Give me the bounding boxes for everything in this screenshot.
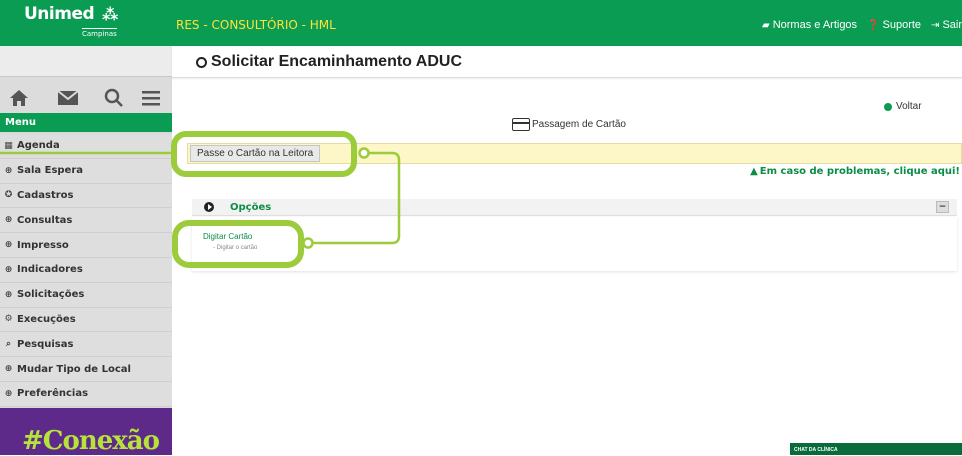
problem-help-label: Em caso de problemas, clique aqui! — [759, 166, 960, 177]
top-bar: Unimed ⁂ Campinas RES - CONSULTÓRIO - HM… — [0, 0, 962, 46]
gears-icon: ⚙ — [4, 314, 13, 325]
page-title: Solicitar Encaminhamento ADUC — [196, 53, 462, 71]
menu-item-label: Execuções — [17, 313, 76, 325]
options-panel-header[interactable]: Opções − — [192, 199, 957, 216]
search-icon[interactable] — [101, 85, 127, 111]
search-icon: ⌕ — [5, 339, 12, 350]
plus-circle-icon: ⊕ — [4, 264, 13, 275]
help-icon: ❓ — [867, 19, 880, 31]
menu-item-label: Preferências — [17, 388, 89, 400]
menu-item-solicitacoes[interactable]: ⊕ Solicitações — [0, 282, 172, 308]
home-icon[interactable] — [6, 85, 32, 111]
plus-circle-icon: ⊕ — [4, 388, 13, 399]
card-reader-row: Passe o Cartão na Leitora — [187, 143, 962, 164]
unimed-logo[interactable]: Unimed ⁂ Campinas — [10, 4, 128, 38]
options-title: Opções — [230, 202, 272, 213]
back-link[interactable]: Voltar — [884, 101, 922, 112]
clinic-chat-bar[interactable]: CHAT DA CLÍNICA — [790, 443, 962, 455]
menu-item-label: Mudar Tipo de Local — [17, 363, 131, 375]
circle-icon: ✪ — [4, 190, 13, 201]
sidebar: Menu ▦ Agenda ⊕ Sala Espera ✪ Cadastros ⊕ Co… — [0, 46, 172, 456]
menu-item-label: Solicitações — [17, 289, 85, 301]
sidebar-blank — [0, 46, 172, 76]
menu-title: Menu — [0, 113, 172, 132]
page-title-bar: Solicitar Encaminhamento ADUC — [172, 46, 962, 78]
card-section-label: Passagem de Cartão — [532, 119, 626, 130]
logo-name: Unimed — [24, 4, 95, 24]
digitar-cartao-description: - Digitar o cartão — [213, 245, 258, 251]
top-links: ▰ Normas e Artigos ❓ Suporte ⇥ Sair — [762, 18, 962, 32]
menu-item-label: Agenda — [17, 140, 60, 152]
menu-item-indicadores[interactable]: ⊕ Indicadores — [0, 257, 172, 283]
back-icon — [884, 102, 892, 111]
menu-item-impresso[interactable]: ⊕ Impresso — [0, 233, 172, 258]
banner-text: #Conexão — [22, 426, 160, 456]
menu-item-execucoes[interactable]: ⚙ Execuções — [0, 307, 172, 333]
menu-list: ▦ Agenda ⊕ Sala Espera ✪ Cadastros ⊕ Consult… — [0, 134, 172, 407]
card-section-header: Passagem de Cartão — [512, 118, 626, 131]
conexao-banner[interactable]: #Conexão — [0, 408, 172, 456]
circle-icon — [196, 56, 207, 68]
warning-icon: ▲ — [750, 166, 758, 177]
sair-label: Sair — [942, 19, 962, 31]
calendar-icon: ▦ — [4, 140, 13, 151]
main-content: Solicitar Encaminhamento ADUC Voltar Pas… — [172, 46, 962, 455]
menu-item-cadastros[interactable]: ✪ Cadastros — [0, 183, 172, 209]
logo-city: Campinas — [82, 28, 117, 38]
play-circle-icon — [204, 202, 214, 212]
digitar-cartao-option[interactable]: Digitar Cartão — [203, 232, 252, 241]
menu-item-preferencias[interactable]: ⊕ Preferências — [0, 381, 172, 407]
mail-icon[interactable] — [55, 85, 81, 111]
card-reader-button[interactable]: Passe o Cartão na Leitora — [190, 145, 321, 162]
menu-icon[interactable] — [138, 85, 164, 111]
menu-item-label: Sala Espera — [17, 165, 84, 177]
normas-label: Normas e Artigos — [772, 19, 858, 31]
plus-circle-icon: ⊕ — [4, 364, 13, 375]
plus-circle-icon: ⊕ — [4, 165, 13, 176]
menu-item-mudar-tipo-local[interactable]: ⊕ Mudar Tipo de Local — [0, 357, 172, 382]
menu-item-consultas[interactable]: ⊕ Consultas — [0, 208, 172, 234]
menu-item-pesquisas[interactable]: ⌕ Pesquisas — [0, 332, 172, 358]
menu-item-label: Pesquisas — [17, 338, 74, 350]
problem-help-link[interactable]: ▲ Em caso de problemas, clique aqui! — [750, 166, 960, 177]
app-title: RES - CONSULTÓRIO - HML — [176, 18, 336, 32]
logout-icon: ⇥ — [931, 19, 940, 31]
suporte-link[interactable]: ❓ Suporte — [867, 18, 921, 32]
menu-item-sala-espera[interactable]: ⊕ Sala Espera — [0, 158, 172, 184]
sair-link[interactable]: ⇥ Sair — [931, 18, 962, 32]
book-icon: ▰ — [761, 19, 770, 31]
suporte-label: Suporte — [882, 19, 922, 31]
plus-circle-icon: ⊕ — [4, 289, 13, 300]
logo-symbol-icon: ⁂ — [102, 5, 119, 24]
back-label: Voltar — [896, 101, 922, 112]
plus-circle-icon: ⊕ — [4, 240, 13, 251]
menu-item-agenda[interactable]: ▦ Agenda — [0, 134, 172, 159]
credit-card-icon — [512, 118, 530, 131]
collapse-button[interactable]: − — [936, 201, 949, 213]
menu-item-label: Impresso — [17, 239, 69, 251]
menu-item-label: Indicadores — [17, 264, 83, 276]
menu-item-label: Consultas — [17, 214, 73, 226]
plus-circle-icon: ⊕ — [4, 215, 13, 226]
options-panel-body: Digitar Cartão - Digitar o cartão — [192, 217, 957, 271]
page-title-text: Solicitar Encaminhamento ADUC — [211, 53, 463, 70]
normas-link[interactable]: ▰ Normas e Artigos — [762, 18, 857, 32]
menu-item-label: Cadastros — [17, 189, 74, 201]
